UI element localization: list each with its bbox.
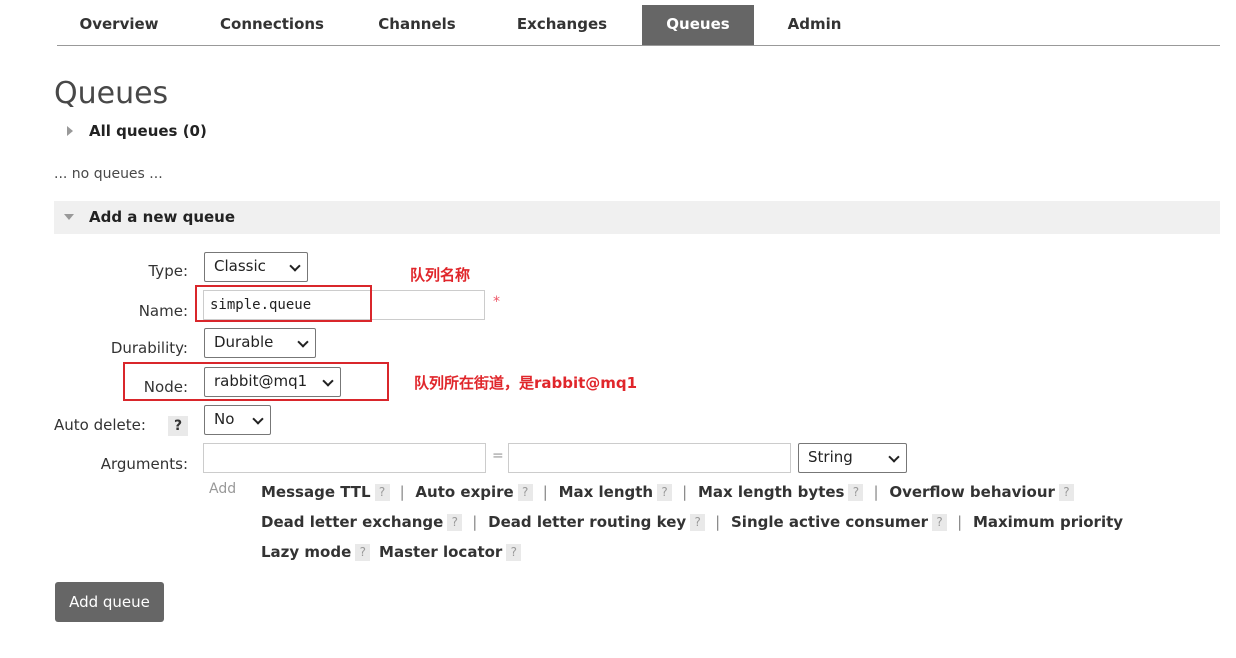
help-icon[interactable]: ? — [932, 514, 948, 531]
name-highlight-box — [195, 285, 372, 322]
arg-master-locator[interactable]: Master locator — [379, 543, 502, 561]
tab-queues[interactable]: Queues — [642, 5, 754, 45]
add-queue-section-title[interactable]: Add a new queue — [89, 208, 235, 226]
separator: | — [682, 483, 688, 501]
help-icon[interactable]: ? — [517, 484, 533, 501]
durability-select-value: Durable — [214, 333, 274, 351]
arg-max-length[interactable]: Max length — [559, 483, 654, 501]
help-icon[interactable]: ? — [848, 484, 864, 501]
chevron-down-icon — [888, 451, 900, 463]
separator: | — [873, 483, 879, 501]
tab-channels[interactable]: Channels — [367, 5, 467, 45]
auto-delete-label: Auto delete: — [54, 416, 146, 434]
name-label: Name: — [138, 302, 188, 320]
help-icon[interactable]: ? — [374, 484, 390, 501]
tab-admin[interactable]: Admin — [772, 5, 857, 45]
arg-dead-letter-exchange[interactable]: Dead letter exchange — [261, 513, 443, 531]
arg-auto-expire[interactable]: Auto expire — [415, 483, 513, 501]
node-highlight-box — [123, 362, 389, 401]
chevron-down-icon — [252, 413, 264, 425]
separator: | — [542, 483, 548, 501]
help-icon[interactable]: ? — [447, 514, 463, 531]
separator: | — [715, 513, 721, 531]
type-label: Type: — [148, 262, 188, 280]
separator: | — [399, 483, 405, 501]
add-label: Add — [209, 481, 237, 497]
argument-type-select[interactable]: String — [798, 443, 907, 473]
main-nav: Overview Connections Channels Exchanges … — [57, 5, 1220, 46]
help-icon[interactable]: ? — [690, 514, 706, 531]
arg-maximum-priority[interactable]: Maximum priority — [973, 513, 1123, 531]
argument-shortcuts-line-3: Lazy mode? Master locator? — [261, 543, 525, 561]
arguments-label: Arguments: — [100, 455, 188, 473]
arg-dead-letter-routing-key[interactable]: Dead letter routing key — [488, 513, 686, 531]
help-icon[interactable]: ? — [506, 544, 522, 561]
durability-label: Durability: — [110, 339, 188, 357]
auto-delete-select[interactable]: No — [204, 405, 271, 435]
tab-connections[interactable]: Connections — [202, 5, 342, 45]
all-queues-toggle[interactable]: All queues (0) — [89, 122, 207, 140]
separator: | — [957, 513, 963, 531]
expand-icon[interactable] — [67, 126, 73, 136]
arg-message-ttl[interactable]: Message TTL — [261, 483, 371, 501]
help-icon[interactable]: ? — [1058, 484, 1074, 501]
page-title: Queues — [54, 76, 169, 111]
add-queue-button[interactable]: Add queue — [55, 582, 164, 622]
no-queues-message: ... no queues ... — [54, 166, 163, 182]
arg-single-active-consumer[interactable]: Single active consumer — [731, 513, 928, 531]
auto-delete-select-value: No — [214, 410, 235, 428]
chevron-down-icon — [289, 260, 301, 272]
argument-shortcuts-line-2: Dead letter exchange? | Dead letter routi… — [261, 513, 1123, 531]
argument-type-value: String — [808, 448, 853, 466]
name-annotation: 队列名称 — [410, 266, 471, 284]
auto-delete-help-icon[interactable]: ? — [168, 416, 188, 436]
argument-key-input[interactable] — [203, 443, 486, 473]
type-select[interactable]: Classic — [204, 252, 308, 282]
argument-value-input[interactable] — [508, 443, 791, 473]
collapse-icon[interactable] — [64, 214, 74, 220]
help-icon[interactable]: ? — [355, 544, 371, 561]
required-mark: * — [493, 294, 500, 310]
equals-sign: = — [492, 448, 504, 464]
node-annotation: 队列所在街道，是rabbit@mq1 — [414, 374, 638, 392]
tab-exchanges[interactable]: Exchanges — [502, 5, 622, 45]
tab-overview[interactable]: Overview — [57, 5, 181, 45]
type-select-value: Classic — [214, 257, 266, 275]
arg-overflow-behaviour[interactable]: Overflow behaviour — [889, 483, 1055, 501]
arg-lazy-mode[interactable]: Lazy mode — [261, 543, 351, 561]
help-icon[interactable]: ? — [657, 484, 673, 501]
arg-max-length-bytes[interactable]: Max length bytes — [698, 483, 845, 501]
separator: | — [472, 513, 478, 531]
chevron-down-icon — [297, 336, 309, 348]
durability-select[interactable]: Durable — [204, 328, 316, 358]
argument-shortcuts-line-1: Message TTL? | Auto expire? | Max length? |… — [261, 483, 1078, 501]
